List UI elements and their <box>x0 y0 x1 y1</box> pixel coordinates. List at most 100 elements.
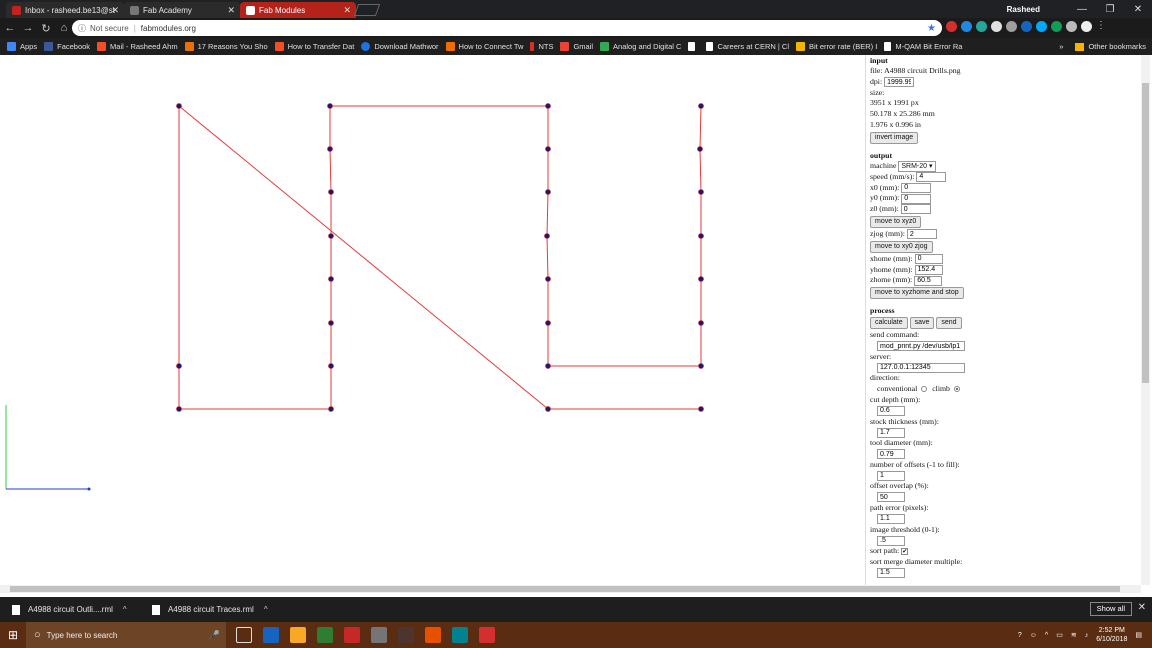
chevron-up-icon[interactable]: ^ <box>1045 632 1048 639</box>
back-icon[interactable]: ← <box>2 22 18 34</box>
bookmark-item[interactable]: Analog and Digital C <box>600 42 681 51</box>
bookmark-item[interactable] <box>688 42 699 51</box>
grammarly-icon[interactable] <box>1051 21 1062 32</box>
home-icon[interactable]: ⌂ <box>56 22 72 34</box>
toolpath-canvas[interactable] <box>0 55 864 585</box>
save-button[interactable]: save <box>909 317 935 330</box>
bookmark-item[interactable]: Bit error rate (BER) I <box>795 42 877 51</box>
extension-icon[interactable] <box>1006 21 1017 32</box>
conventional-radio[interactable] <box>921 386 928 393</box>
horizontal-scrollbar[interactable] <box>0 585 1141 593</box>
chrome-icon[interactable] <box>425 627 441 643</box>
bookmark-item[interactable]: Careers at CERN | Cl <box>706 42 789 51</box>
menu-icon[interactable]: ⋮ <box>1096 21 1107 32</box>
stock-thickness-input[interactable] <box>877 427 905 438</box>
clock[interactable]: 2:52 PM 6/10/2018 <box>1096 626 1127 644</box>
app-icon[interactable] <box>452 627 468 643</box>
zjog-input[interactable] <box>906 229 937 240</box>
help-icon[interactable]: ? <box>1018 632 1022 639</box>
store-icon[interactable] <box>317 627 333 643</box>
bookmark-item[interactable]: 17 Reasons You Sho <box>184 42 268 51</box>
dpi-input[interactable] <box>884 77 915 87</box>
windows-start-icon[interactable]: ⊞ <box>0 628 26 642</box>
send-command-input[interactable] <box>877 341 965 352</box>
wifi-icon[interactable]: ≋ <box>1071 631 1077 639</box>
offsets-input[interactable] <box>877 470 905 481</box>
bookmark-item[interactable]: NTS <box>530 42 553 51</box>
edge-icon[interactable] <box>263 627 279 643</box>
chevron-up-icon[interactable]: ^ <box>264 605 268 614</box>
bookmark-item[interactable]: M-QAM Bit Error Ra <box>884 42 962 51</box>
y0-input[interactable] <box>901 193 932 204</box>
url-input[interactable]: ⓘ Not secure | fabmodules.org ★ <box>72 20 942 36</box>
sort-path-checkbox[interactable]: ✔ <box>901 547 909 555</box>
mail-icon[interactable] <box>371 627 387 643</box>
reload-icon[interactable]: ↻ <box>38 22 54 35</box>
cut-depth-input[interactable] <box>877 405 905 416</box>
server-input[interactable] <box>877 362 965 373</box>
bookmark-item[interactable]: How to Connect Tw <box>445 42 523 51</box>
show-all-button[interactable]: Show all <box>1089 602 1132 616</box>
microphone-icon[interactable]: 🎤 <box>209 630 220 641</box>
climb-radio[interactable] <box>953 386 960 393</box>
bookmark-star-icon[interactable]: ★ <box>927 23 936 34</box>
profile-name[interactable]: Rasheed <box>1007 5 1040 14</box>
extension-icon[interactable] <box>1066 21 1077 32</box>
extension-icon[interactable] <box>976 21 987 32</box>
scroll-thumb[interactable] <box>10 586 1120 592</box>
tool-diameter-input[interactable] <box>877 449 905 460</box>
x0-input[interactable] <box>901 182 932 193</box>
bookmark-item[interactable]: How to Transfer Dat <box>274 42 354 51</box>
tab-inbox[interactable]: Inbox - rasheed.be13@st ✕ <box>6 2 124 18</box>
bookmark-item[interactable]: Mail - Rasheed Ahm <box>97 42 178 51</box>
calculate-button[interactable]: calculate <box>870 317 908 330</box>
close-icon[interactable]: ✕ <box>1138 602 1146 613</box>
scroll-thumb[interactable] <box>1142 83 1149 383</box>
image-threshold-input[interactable] <box>877 535 905 546</box>
new-tab-button[interactable] <box>353 4 381 16</box>
speed-input[interactable] <box>916 171 947 182</box>
z0-input[interactable] <box>900 204 931 215</box>
invert-image-button[interactable]: invert image <box>870 131 919 144</box>
extension-icon[interactable] <box>991 21 1002 32</box>
app-icon[interactable] <box>479 627 495 643</box>
move-to-xyz0-button[interactable]: move to xyz0 <box>870 215 922 228</box>
volume-icon[interactable]: ♪ <box>1085 632 1089 639</box>
battery-icon[interactable]: ▭ <box>1056 631 1063 639</box>
close-icon[interactable]: ✕ <box>343 5 351 16</box>
adblock-icon[interactable] <box>946 21 957 32</box>
other-bookmarks[interactable]: Other bookmarks <box>1088 42 1146 51</box>
path-error-input[interactable] <box>877 513 905 524</box>
task-view-icon[interactable] <box>236 627 252 643</box>
yhome-input[interactable] <box>914 264 943 275</box>
people-icon[interactable]: ☺ <box>1030 632 1037 639</box>
info-icon[interactable]: ⓘ <box>78 23 86 34</box>
tab-fab-modules[interactable]: Fab Modules ✕ <box>240 2 356 18</box>
file-explorer-icon[interactable] <box>290 627 306 643</box>
move-to-xy0-zjog-button[interactable]: move to xy0 zjog <box>870 240 933 253</box>
bookmark-item[interactable]: Download Mathwor <box>361 42 439 51</box>
download-item[interactable]: A4988 circuit Outli....rml ^ <box>12 604 142 615</box>
sort-merge-input[interactable] <box>877 567 905 578</box>
bookmark-item[interactable]: Facebook <box>44 42 90 51</box>
chevron-up-icon[interactable]: ^ <box>123 605 127 614</box>
forward-icon[interactable]: → <box>20 22 36 34</box>
taskbar-search[interactable]: ○ Type here to search 🎤 <box>26 622 226 648</box>
xhome-input[interactable] <box>914 253 943 264</box>
more-bookmarks-button[interactable]: » <box>1059 42 1063 51</box>
close-icon[interactable]: ✕ <box>227 5 235 16</box>
vertical-scrollbar[interactable] <box>1141 55 1150 585</box>
extension-icon[interactable] <box>961 21 972 32</box>
offset-overlap-input[interactable] <box>877 492 905 503</box>
app-icon[interactable] <box>344 627 360 643</box>
app-icon[interactable] <box>398 627 414 643</box>
zhome-input[interactable] <box>914 275 943 286</box>
tab-fab-academy[interactable]: Fab Academy ✕ <box>124 2 240 18</box>
machine-select[interactable]: SRM-20 ▾ <box>898 160 936 172</box>
move-to-home-button[interactable]: move to xyzhome and stop <box>870 287 964 300</box>
notifications-icon[interactable]: ▤ <box>1135 631 1142 639</box>
minimize-icon[interactable]: — <box>1068 4 1096 15</box>
bookmark-item[interactable]: Gmail <box>560 42 593 51</box>
extension-icon[interactable] <box>1036 21 1047 32</box>
bookmark-item[interactable]: Apps <box>7 42 37 51</box>
